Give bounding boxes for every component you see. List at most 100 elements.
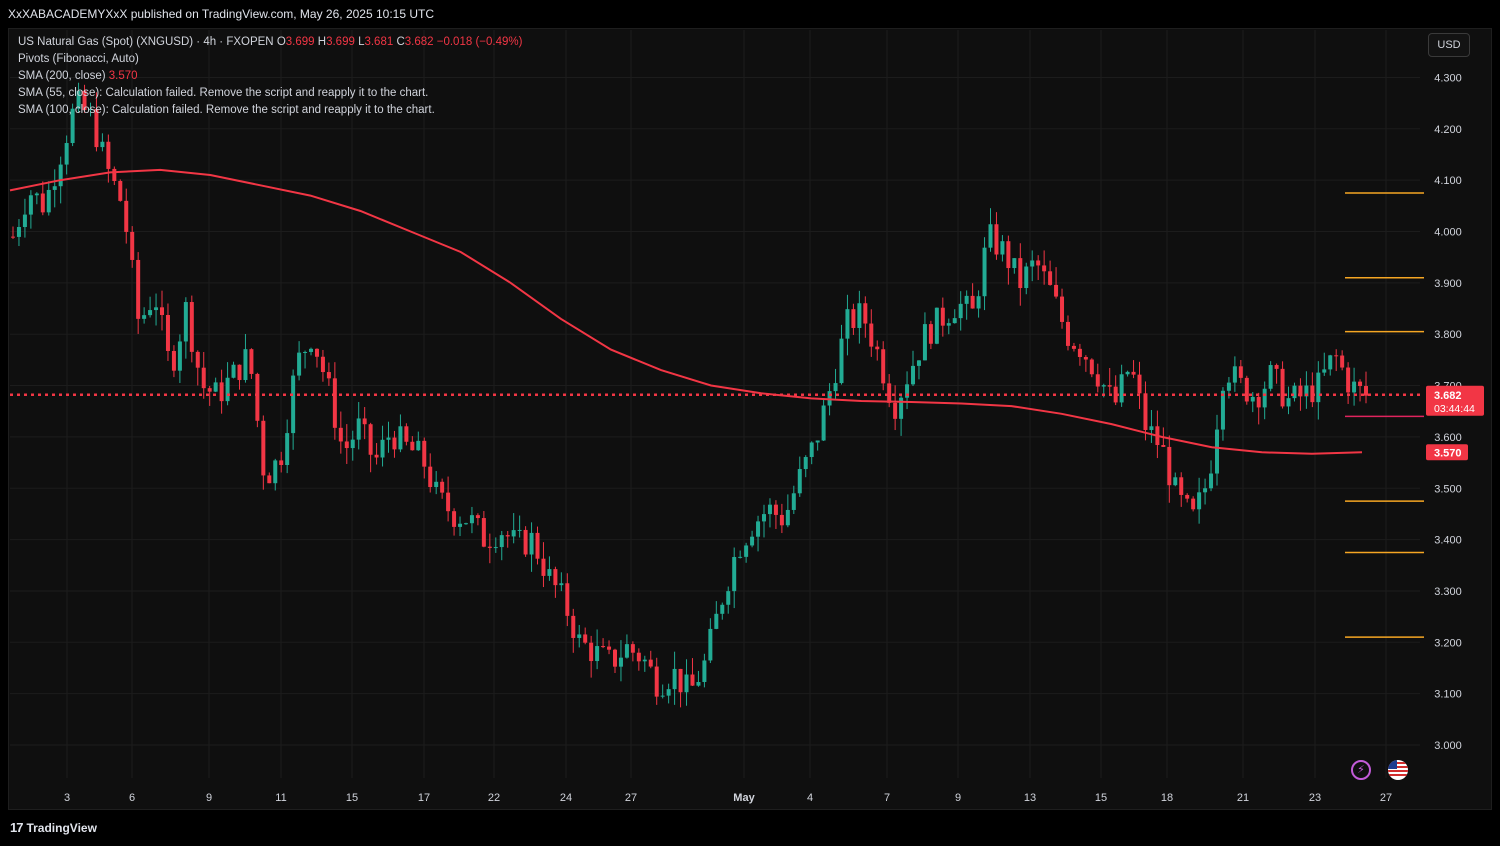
candle-body bbox=[100, 141, 105, 148]
x-tick-label: 4 bbox=[807, 792, 813, 804]
candle-body bbox=[952, 318, 957, 324]
legend-sma100-error: SMA (100, close): Calculation failed. Re… bbox=[18, 104, 435, 116]
candle-body bbox=[893, 402, 898, 419]
ohlc-low: 3.681 bbox=[364, 36, 394, 48]
candle-body bbox=[267, 475, 272, 484]
candle-body bbox=[428, 466, 433, 488]
candle-body bbox=[493, 547, 498, 549]
candle-body bbox=[612, 649, 617, 667]
x-tick-label: 15 bbox=[346, 792, 358, 804]
legend-sma55-error: SMA (55, close): Calculation failed. Rem… bbox=[18, 87, 429, 99]
candle-body bbox=[332, 378, 337, 428]
candle-body bbox=[744, 545, 749, 557]
candle-body bbox=[1042, 265, 1047, 272]
candle-body bbox=[595, 646, 600, 662]
x-tick-label: 9 bbox=[206, 792, 212, 804]
candle-body bbox=[1071, 345, 1076, 349]
candle-body bbox=[1006, 241, 1011, 269]
candle-body bbox=[1173, 477, 1178, 486]
candle-body bbox=[338, 427, 343, 442]
candle-body bbox=[183, 302, 188, 342]
candle-body bbox=[767, 504, 772, 515]
x-tick-label: 21 bbox=[1237, 792, 1249, 804]
candle-body bbox=[1226, 382, 1231, 391]
candle-body bbox=[243, 349, 248, 381]
candle-body bbox=[1048, 271, 1053, 285]
candle-body bbox=[16, 227, 21, 237]
candle-body bbox=[577, 634, 582, 638]
candle-body bbox=[165, 314, 170, 351]
candle-body bbox=[881, 349, 886, 384]
us-flag-icon[interactable] bbox=[1388, 760, 1408, 780]
candle-body bbox=[356, 418, 361, 440]
candle-body bbox=[964, 295, 969, 304]
tradingview-logo[interactable]: 17 TradingView bbox=[10, 820, 97, 835]
ohlc-h-label: H bbox=[317, 36, 327, 48]
candlestick-chart[interactable]: 3.0003.1003.2003.3003.4003.5003.6003.700… bbox=[0, 0, 1500, 846]
candle-body bbox=[52, 186, 57, 190]
candle-body bbox=[791, 493, 796, 510]
time-axis: 3 6 9 11 15 17 22 24 27 May 4 7 9 13 15 18 21 23 27 bbox=[64, 792, 1392, 804]
candle-body bbox=[523, 529, 528, 555]
candle-body bbox=[1328, 355, 1333, 370]
candle-body bbox=[171, 350, 176, 371]
sma-200-line bbox=[9, 168, 1363, 455]
candle-body bbox=[946, 323, 951, 326]
candle-body bbox=[607, 646, 612, 650]
candle-body bbox=[1322, 369, 1327, 373]
candle-body bbox=[636, 652, 641, 662]
candle-body bbox=[916, 360, 921, 366]
candle-body bbox=[1185, 494, 1190, 499]
candle-body bbox=[22, 214, 27, 228]
candle-body bbox=[189, 302, 194, 352]
candle-body bbox=[565, 583, 570, 616]
candle-body bbox=[833, 383, 838, 392]
price-tags: 3.68203:44:44 3.570 bbox=[1426, 385, 1484, 461]
candle-body bbox=[64, 143, 69, 165]
candle-body bbox=[1262, 388, 1267, 408]
candle-body bbox=[648, 659, 653, 667]
candle-body bbox=[118, 181, 123, 201]
candle-body bbox=[517, 529, 522, 531]
x-tick-label: 18 bbox=[1161, 792, 1173, 804]
candle-body bbox=[219, 382, 224, 402]
candle-body bbox=[720, 604, 725, 614]
y-tick-label: 3.500 bbox=[1434, 483, 1462, 495]
candle-body bbox=[702, 660, 707, 683]
candle-body bbox=[535, 532, 540, 559]
x-tick-label: 3 bbox=[64, 792, 70, 804]
candle-body bbox=[708, 628, 713, 661]
candle-body bbox=[779, 514, 784, 526]
candle-body bbox=[785, 509, 790, 526]
candle-body bbox=[958, 303, 963, 319]
candle-body bbox=[1209, 473, 1214, 489]
candle-body bbox=[1191, 498, 1196, 510]
candle-body bbox=[1346, 367, 1351, 393]
candle-body bbox=[124, 200, 129, 232]
x-tick-label: 22 bbox=[488, 792, 500, 804]
candle-body bbox=[154, 307, 159, 311]
candle-body bbox=[231, 364, 236, 378]
candle-body bbox=[1364, 386, 1368, 396]
lightning-icon[interactable]: ⚡ bbox=[1351, 760, 1371, 780]
candle-body bbox=[738, 556, 743, 558]
candle-body bbox=[630, 644, 635, 653]
ohlc-open: 3.699 bbox=[285, 36, 315, 48]
candle-body bbox=[58, 164, 63, 187]
candle-body bbox=[1101, 385, 1106, 387]
candle-body bbox=[1161, 445, 1166, 447]
candle-body bbox=[815, 440, 820, 443]
candle-body bbox=[589, 642, 594, 662]
candle-body bbox=[255, 373, 260, 421]
currency-button[interactable]: USD bbox=[1428, 33, 1470, 57]
x-tick-label: 13 bbox=[1024, 792, 1036, 804]
candle-body bbox=[714, 613, 719, 629]
candle-body bbox=[469, 515, 474, 524]
candle-body bbox=[225, 377, 230, 402]
y-tick-label: 4.300 bbox=[1434, 72, 1462, 84]
candle-body bbox=[1316, 372, 1321, 403]
symbol-name: US Natural Gas (Spot) (XNGUSD) · 4h · FX… bbox=[18, 36, 274, 48]
candle-body bbox=[46, 189, 51, 213]
x-tick-label: 15 bbox=[1095, 792, 1107, 804]
candle-body bbox=[762, 514, 767, 522]
